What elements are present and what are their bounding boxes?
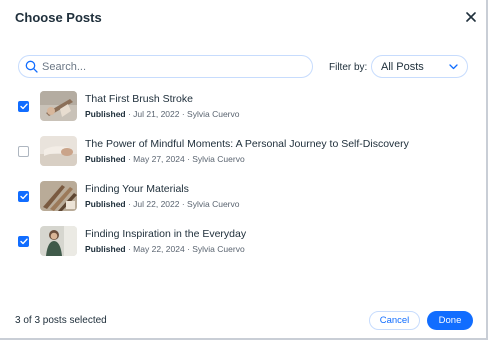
- post-date-author: · May 27, 2024 · Sylvia Cuervo: [125, 153, 245, 164]
- post-meta: Published · Jul 21, 2022 · Sylvia Cuervo: [85, 109, 239, 120]
- post-status: Published: [85, 153, 126, 164]
- post-thumbnail: [40, 226, 77, 256]
- checkmark-icon: [19, 238, 28, 244]
- choose-posts-dialog: Choose Posts Filter by: All Posts: [0, 0, 488, 340]
- post-row[interactable]: The Power of Mindful Moments: A Personal…: [18, 134, 468, 168]
- selection-count: 3 of 3 posts selected: [15, 315, 107, 326]
- post-date-author: · Jul 21, 2022 · Sylvia Cuervo: [125, 108, 240, 119]
- filter-dropdown[interactable]: All Posts: [371, 55, 468, 78]
- post-status: Published: [85, 243, 126, 254]
- dialog-title: Choose Posts: [15, 10, 102, 25]
- post-checkbox[interactable]: [18, 235, 29, 247]
- post-checkbox[interactable]: [18, 100, 29, 112]
- cancel-button[interactable]: Cancel: [369, 311, 420, 330]
- chevron-down-icon: [449, 63, 458, 69]
- post-title: The Power of Mindful Moments: A Personal…: [85, 137, 409, 150]
- post-checkbox[interactable]: [18, 190, 29, 202]
- post-checkbox[interactable]: [18, 145, 29, 157]
- close-icon: [466, 12, 476, 22]
- post-row[interactable]: Finding Your Materials Published · Jul 2…: [18, 179, 468, 213]
- post-meta: Published · Jul 22, 2022 · Sylvia Cuervo: [85, 199, 239, 210]
- search-box[interactable]: [18, 55, 313, 78]
- post-date-author: · Jul 22, 2022 · Sylvia Cuervo: [125, 198, 240, 209]
- post-thumbnail: [40, 91, 77, 121]
- post-status: Published: [85, 108, 126, 119]
- filter-label: Filter by:: [329, 62, 368, 73]
- post-thumbnail: [40, 181, 77, 211]
- checkmark-icon: [19, 103, 28, 109]
- post-title: Finding Your Materials: [85, 182, 189, 195]
- post-meta: Published · May 22, 2024 · Sylvia Cuervo: [85, 244, 246, 255]
- post-title: That First Brush Stroke: [85, 92, 193, 105]
- post-thumbnail: [40, 136, 77, 166]
- post-row[interactable]: That First Brush Stroke Published · Jul …: [18, 89, 468, 123]
- search-icon: [25, 60, 38, 73]
- checkmark-icon: [19, 193, 28, 199]
- post-meta: Published · May 27, 2024 · Sylvia Cuervo: [85, 154, 409, 165]
- post-status: Published: [85, 198, 126, 209]
- filter-selected-value: All Posts: [381, 60, 424, 73]
- done-button[interactable]: Done: [427, 311, 473, 330]
- post-title: Finding Inspiration in the Everyday: [85, 227, 247, 240]
- search-input[interactable]: [42, 60, 292, 73]
- close-button[interactable]: [462, 8, 480, 26]
- post-row[interactable]: Finding Inspiration in the Everyday Publ…: [18, 224, 468, 258]
- post-date-author: · May 22, 2024 · Sylvia Cuervo: [125, 243, 245, 254]
